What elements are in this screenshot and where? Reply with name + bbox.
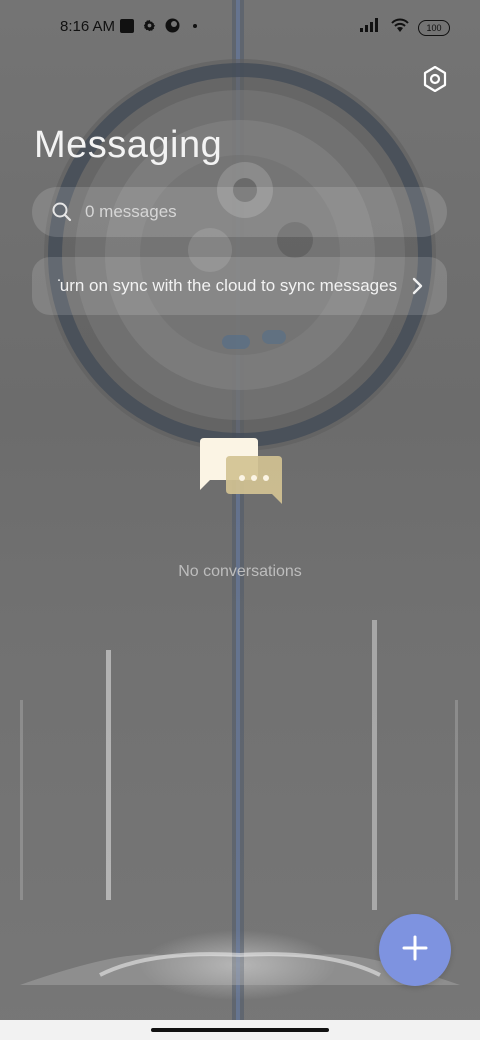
battery-icon: 100 [418, 19, 450, 36]
new-conversation-button[interactable] [379, 914, 451, 986]
search-bar[interactable] [32, 187, 447, 237]
empty-state-text: No conversations [178, 563, 302, 580]
search-icon [51, 201, 73, 223]
app-notification-icon [165, 18, 180, 38]
dot-icon [188, 19, 202, 38]
plus-icon [401, 934, 429, 967]
status-bar: 8:16 AM 100 [0, 0, 480, 56]
settings-gear-icon [142, 18, 157, 38]
wifi-icon [390, 17, 410, 38]
home-indicator[interactable] [151, 1028, 329, 1032]
status-time: 8:16 AM [60, 18, 116, 35]
chat-bubbles-icon [196, 438, 286, 518]
navigation-bar [0, 1020, 480, 1040]
status-right-icons: 100 [360, 17, 450, 38]
notification-square-icon [120, 18, 134, 38]
settings-hexagon-icon [423, 65, 447, 97]
settings-button[interactable] [420, 65, 450, 97]
status-left-icons [120, 18, 202, 38]
page-title: Messaging [34, 124, 223, 166]
sync-banner[interactable]: Turn on sync with the cloud to sync mess… [32, 257, 447, 315]
search-input[interactable] [83, 201, 407, 223]
sync-banner-text: Turn on sync with the cloud to sync mess… [58, 276, 398, 295]
chevron-right-icon [411, 276, 425, 296]
signal-icon [360, 18, 382, 37]
